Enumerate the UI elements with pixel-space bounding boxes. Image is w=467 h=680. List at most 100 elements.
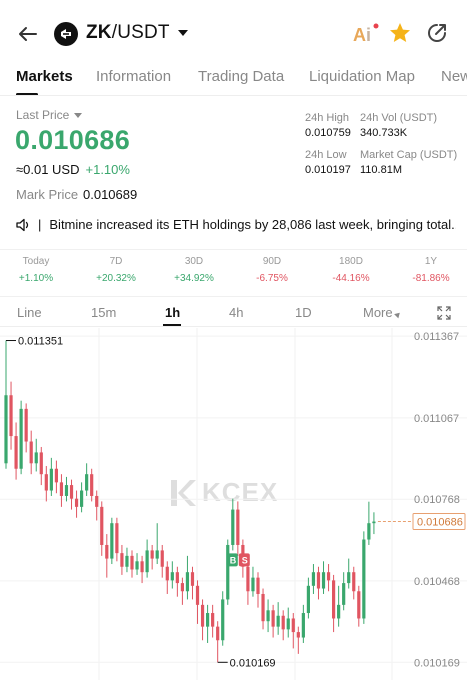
- candle-body: [190, 572, 195, 586]
- low-price-label: 0.010169: [230, 657, 276, 669]
- candle-body: [326, 572, 331, 581]
- market-cap-value: 110.81M: [360, 164, 402, 176]
- pair-base: ZK: [86, 22, 112, 43]
- perf-value: +20.32%: [96, 273, 136, 284]
- candle-body: [251, 577, 255, 592]
- candle-body: [276, 615, 280, 627]
- candle-body: [342, 583, 346, 605]
- more-caret-icon: [393, 310, 402, 319]
- candle-body: [332, 580, 336, 619]
- interval-more[interactable]: More: [363, 305, 402, 320]
- candle-body: [362, 539, 366, 619]
- tab-liquidation-map[interactable]: Liquidation Map: [309, 68, 415, 85]
- tab-new[interactable]: New: [441, 68, 467, 85]
- candle-body: [69, 485, 74, 499]
- separator: |: [38, 217, 42, 232]
- candle-body: [226, 544, 230, 600]
- candle-body: [14, 436, 18, 469]
- candle-body: [24, 408, 28, 442]
- high-price-label: 0.011351: [18, 336, 63, 348]
- last-price-label: Last Price: [16, 108, 70, 122]
- chevron-down-icon: [177, 30, 188, 36]
- candle-body: [135, 561, 139, 570]
- perf-value: +1.10%: [18, 273, 54, 284]
- candle-body: [90, 474, 94, 496]
- candle-body: [352, 572, 356, 592]
- candle-body: [9, 395, 13, 437]
- candle-body: [337, 604, 341, 619]
- perf-value: -6.75%: [256, 273, 288, 284]
- interval-line[interactable]: Line: [17, 305, 42, 320]
- fullscreen-icon[interactable]: [437, 306, 451, 320]
- interval-1h[interactable]: 1h: [165, 305, 180, 320]
- candle-body: [311, 572, 316, 586]
- candle-body: [59, 482, 64, 496]
- candle-body: [54, 468, 58, 483]
- trading-pair-selector[interactable]: ZK/USDT: [86, 22, 188, 44]
- perf-label: 90D: [262, 256, 282, 267]
- candle-body: [165, 566, 169, 581]
- star-icon[interactable]: [388, 21, 412, 45]
- svg-text:i: i: [366, 25, 371, 45]
- mark-price-label: Mark Price: [16, 187, 79, 202]
- candle-body: [125, 555, 129, 567]
- candle-body: [347, 572, 351, 584]
- candle-body: [357, 591, 361, 619]
- last-price-selector[interactable]: Last Price: [16, 108, 83, 122]
- y-tick-label: 0.011367: [414, 331, 459, 343]
- candle-body: [367, 523, 371, 540]
- candle-body: [185, 572, 190, 592]
- candle-body: [39, 452, 43, 475]
- usd-value-line: ≈0.01 USD +1.10%: [16, 162, 130, 177]
- back-arrow-icon[interactable]: [14, 20, 42, 48]
- perf-90d: 90D -6.75%: [237, 256, 307, 284]
- share-icon[interactable]: [425, 21, 449, 45]
- ai-icon[interactable]: A i: [352, 22, 380, 46]
- candle-body: [281, 615, 285, 630]
- candle-body: [160, 550, 164, 567]
- candle-body: [286, 618, 290, 630]
- candle-body: [175, 572, 179, 584]
- candle-body: [200, 604, 205, 627]
- news-ticker[interactable]: | Bitmine increased its ETH holdings by …: [16, 217, 456, 232]
- candle-body: [170, 572, 174, 581]
- svg-text:A: A: [353, 25, 366, 45]
- candle-body: [110, 523, 114, 559]
- perf-value: -44.16%: [332, 273, 370, 284]
- candle-body: [180, 583, 184, 592]
- candle-body: [100, 506, 104, 545]
- perf-value: -81.86%: [412, 273, 450, 284]
- candle-body: [256, 577, 260, 594]
- tab-information[interactable]: Information: [96, 68, 171, 85]
- tab-trading-data[interactable]: Trading Data: [198, 68, 284, 85]
- candle-body: [130, 555, 134, 570]
- price-change-percent: +1.10%: [85, 162, 130, 177]
- candle-body: [64, 485, 69, 496]
- candle-body: [150, 550, 154, 559]
- perf-today: Today +1.10%: [1, 256, 71, 284]
- perf-label: 1Y: [424, 256, 438, 267]
- candle-body: [211, 613, 215, 627]
- speaker-icon: [16, 218, 29, 231]
- market-cap-label: Market Cap (USDT): [360, 149, 458, 161]
- active-interval-indicator: [163, 324, 181, 326]
- tab-markets[interactable]: Markets: [16, 68, 73, 85]
- candle-body: [120, 553, 124, 567]
- interval-15m[interactable]: 15m: [91, 305, 116, 320]
- candle-body: [231, 509, 235, 545]
- news-text: Bitmine increased its ETH holdings by 28…: [49, 217, 456, 232]
- candle-body: [306, 585, 310, 614]
- candle-body: [19, 408, 23, 469]
- y-tick-label: 0.010468: [414, 576, 460, 588]
- perf-180d: 180D -44.16%: [316, 256, 386, 284]
- interval-1d[interactable]: 1D: [295, 305, 312, 320]
- candle-body: [105, 544, 109, 559]
- candle-body: [155, 550, 159, 559]
- candle-body: [140, 561, 144, 573]
- usd-value: ≈0.01 USD: [16, 162, 80, 177]
- buy-marker-label: B: [230, 555, 237, 565]
- candlestick-chart[interactable]: 0.011367 0.011067 0.010768 0.010468 0.010169…: [0, 328, 467, 680]
- interval-4h[interactable]: 4h: [229, 305, 243, 320]
- y-tick-label: 0.010768: [414, 494, 460, 506]
- vol-24h-label: 24h Vol (USDT): [360, 112, 438, 124]
